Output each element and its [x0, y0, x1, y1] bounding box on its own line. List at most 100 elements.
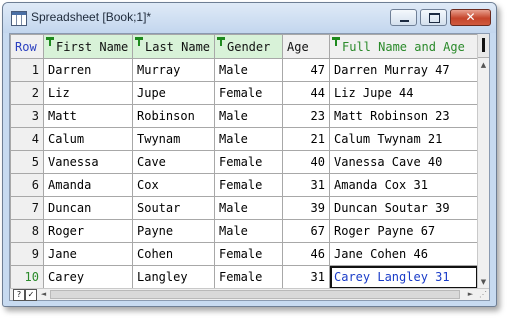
cell-age[interactable]: 31: [282, 173, 330, 197]
resize-grip-icon[interactable]: ⋰: [477, 289, 489, 300]
cell-full-name-and-age[interactable]: Duncan Soutar 39: [329, 196, 478, 220]
formula-column-icon: [332, 37, 340, 46]
row-number[interactable]: 7: [10, 196, 44, 220]
cell-age[interactable]: 23: [282, 104, 330, 128]
cell-full-name-and-age[interactable]: Liz Jupe 44: [329, 81, 478, 105]
row-number[interactable]: 6: [10, 173, 44, 197]
check-button[interactable]: ✓: [25, 289, 37, 301]
cell-full-name-and-age[interactable]: Calum Twynam 21: [329, 127, 478, 151]
row-number[interactable]: 1: [10, 58, 44, 82]
cell-gender[interactable]: Female: [214, 173, 283, 197]
header-row: Row First Name Last Name Gender Age Full…: [10, 34, 478, 59]
row-number[interactable]: 8: [10, 219, 44, 243]
cell-full-name-and-age[interactable]: Roger Payne 67: [329, 219, 478, 243]
cell-age[interactable]: 31: [282, 265, 330, 289]
help-button[interactable]: ?: [13, 289, 25, 301]
row-number[interactable]: 4: [10, 127, 44, 151]
row-number[interactable]: 5: [10, 150, 44, 174]
cell-full-name-and-age[interactable]: Vanessa Cave 40: [329, 150, 478, 174]
table-row[interactable]: 5 Vanessa Cave Female 40 Vanessa Cave 40: [10, 150, 478, 174]
cell-age[interactable]: 46: [282, 242, 330, 266]
cell-last-name[interactable]: Cave: [132, 150, 215, 174]
table-row[interactable]: 4 Calum Twynam Male 21 Calum Twynam 21: [10, 127, 478, 151]
key-column-icon: [217, 37, 225, 46]
cell-last-name[interactable]: Jupe: [132, 81, 215, 105]
cell-full-name-and-age[interactable]: Carey Langley 31: [329, 265, 478, 289]
scroll-down-icon[interactable]: ▼: [478, 276, 489, 288]
table-row[interactable]: 10 Carey Langley Female 31 Carey Langley 31: [10, 265, 478, 289]
cell-age[interactable]: 47: [282, 58, 330, 82]
key-column-icon: [135, 37, 143, 46]
title-bar[interactable]: Spreadsheet [Book;1]* ✕: [3, 3, 496, 33]
cell-age[interactable]: 67: [282, 219, 330, 243]
cell-first-name[interactable]: Carey: [43, 265, 133, 289]
rownum-header[interactable]: Row: [10, 34, 44, 59]
column-header-full-name-and-age[interactable]: Full Name and Age: [329, 34, 478, 59]
table-row[interactable]: 7 Duncan Soutar Male 39 Duncan Soutar 39: [10, 196, 478, 220]
cell-gender[interactable]: Female: [214, 242, 283, 266]
grid-body: 1 Darren Murray Male 47 Darren Murray 47 2 Liz J…: [10, 58, 478, 289]
scroll-right-icon[interactable]: ►: [465, 289, 476, 300]
row-number[interactable]: 2: [10, 81, 44, 105]
cell-age[interactable]: 39: [282, 196, 330, 220]
scroll-left-icon[interactable]: ◄: [38, 289, 49, 300]
cell-gender[interactable]: Female: [214, 150, 283, 174]
column-header-age[interactable]: Age: [282, 34, 330, 59]
cell-gender[interactable]: Female: [214, 81, 283, 105]
cell-first-name[interactable]: Roger: [43, 219, 133, 243]
cell-full-name-and-age[interactable]: Darren Murray 47: [329, 58, 478, 82]
cell-last-name[interactable]: Cohen: [132, 242, 215, 266]
row-number[interactable]: 9: [10, 242, 44, 266]
maximize-button[interactable]: [420, 9, 447, 26]
cell-last-name[interactable]: Payne: [132, 219, 215, 243]
row-number[interactable]: 10: [10, 265, 44, 289]
cell-gender[interactable]: Male: [214, 219, 283, 243]
cell-age[interactable]: 44: [282, 81, 330, 105]
table-row[interactable]: 1 Darren Murray Male 47 Darren Murray 47: [10, 58, 478, 82]
cell-age[interactable]: 40: [282, 150, 330, 174]
cell-first-name[interactable]: Matt: [43, 104, 133, 128]
cell-last-name[interactable]: Cox: [132, 173, 215, 197]
cell-age[interactable]: 21: [282, 127, 330, 151]
cell-first-name[interactable]: Vanessa: [43, 150, 133, 174]
spreadsheet-icon: [11, 11, 27, 26]
cell-gender[interactable]: Male: [214, 127, 283, 151]
cell-full-name-and-age[interactable]: Jane Cohen 46: [329, 242, 478, 266]
cell-last-name[interactable]: Twynam: [132, 127, 215, 151]
cell-full-name-and-age[interactable]: Amanda Cox 31: [329, 173, 478, 197]
minimize-icon: [400, 20, 409, 22]
column-header-gender[interactable]: Gender: [214, 34, 283, 59]
table-row[interactable]: 6 Amanda Cox Female 31 Amanda Cox 31: [10, 173, 478, 197]
cell-gender[interactable]: Male: [214, 104, 283, 128]
column-header-last-name[interactable]: Last Name: [132, 34, 215, 59]
cell-first-name[interactable]: Duncan: [43, 196, 133, 220]
minimize-button[interactable]: [390, 9, 417, 26]
cell-last-name[interactable]: Murray: [132, 58, 215, 82]
cell-first-name[interactable]: Calum: [43, 127, 133, 151]
vertical-scrollbar[interactable]: ▲ ▼: [477, 34, 489, 288]
cell-first-name[interactable]: Darren: [43, 58, 133, 82]
cell-gender[interactable]: Male: [214, 58, 283, 82]
cell-first-name[interactable]: Jane: [43, 242, 133, 266]
cell-full-name-and-age[interactable]: Matt Robinson 23: [329, 104, 478, 128]
cell-first-name[interactable]: Amanda: [43, 173, 133, 197]
key-column-icon: [46, 37, 54, 46]
cell-last-name[interactable]: Langley: [132, 265, 215, 289]
cell-gender[interactable]: Female: [214, 265, 283, 289]
table-row[interactable]: 2 Liz Jupe Female 44 Liz Jupe 44: [10, 81, 478, 105]
table-row[interactable]: 9 Jane Cohen Female 46 Jane Cohen 46: [10, 242, 478, 266]
cell-first-name[interactable]: Liz: [43, 81, 133, 105]
scroll-up-icon[interactable]: ▲: [478, 59, 489, 71]
data-grid: Row First Name Last Name Gender Age Full…: [10, 34, 478, 289]
cell-gender[interactable]: Male: [214, 196, 283, 220]
cell-last-name[interactable]: Robinson: [132, 104, 215, 128]
cell-last-name[interactable]: Soutar: [132, 196, 215, 220]
split-handle[interactable]: [478, 34, 489, 58]
spreadsheet-window: Spreadsheet [Book;1]* ✕ Row First Name L…: [2, 2, 497, 307]
table-row[interactable]: 3 Matt Robinson Male 23 Matt Robinson 23: [10, 104, 478, 128]
horizontal-scroll-thumb[interactable]: [50, 290, 460, 299]
column-header-first-name[interactable]: First Name: [43, 34, 133, 59]
close-button[interactable]: ✕: [450, 9, 491, 26]
row-number[interactable]: 3: [10, 104, 44, 128]
table-row[interactable]: 8 Roger Payne Male 67 Roger Payne 67: [10, 219, 478, 243]
